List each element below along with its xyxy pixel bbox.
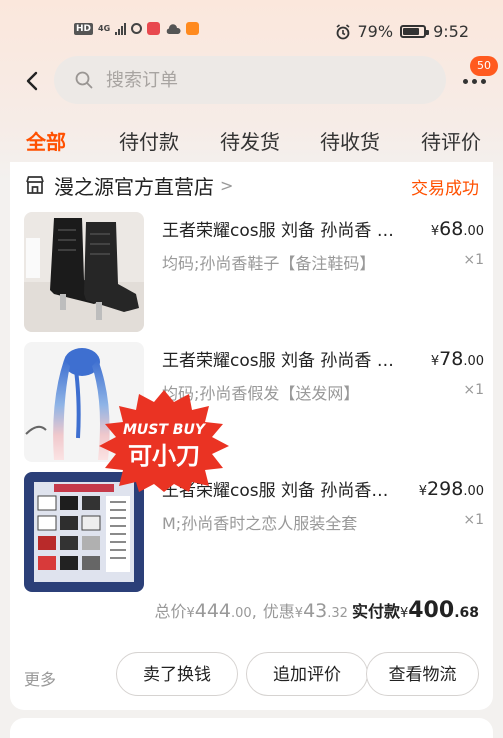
battery-percent: 79% [357,22,394,41]
view-logistics-button[interactable]: 查看物流 [366,652,479,696]
cloud-icon [166,23,181,34]
status-bar: HD 4G 79% 9:52 [0,0,503,60]
alarm-icon [336,23,349,39]
add-review-button[interactable]: 追加评价 [246,652,368,696]
paid-label: 实付款 [351,602,400,621]
signal-icon [115,22,127,35]
discount-decimal: .32 [327,606,348,621]
tab-pending-receipt[interactable]: 待收货 [320,126,380,155]
must-buy-sticker: MUST BUY 可小刀 [99,390,229,492]
item-quantity: ×1 [463,512,484,528]
discount-currency: ¥ [294,606,304,621]
price-currency: ¥ [430,224,440,239]
total-currency: ¥ [186,606,195,621]
order-status: 交易成功 [411,179,479,199]
total-label: 总价 [154,602,187,621]
tab-all[interactable]: 全部 [26,126,66,155]
price-integer: 298 [427,478,464,500]
item-title[interactable]: 王者荣耀cos服 刘备 孙尚香 情人节 时之恋人cosplay服装 [162,216,406,241]
status-left: HD 4G [74,22,200,35]
discount-integer: 43 [303,600,328,622]
sticker-line1: MUST BUY [123,422,207,438]
tab-pending-shipment[interactable]: 待发货 [220,126,280,155]
item-spec: 均码;孙尚香鞋子【备注鞋码】 [162,254,376,273]
store-icon [26,176,44,194]
paid-decimal: .68 [454,605,479,621]
clock: 9:52 [433,22,469,41]
item-price: ¥68.00 [431,218,484,240]
paid-currency: ¥ [399,606,409,621]
sync-icon [131,23,143,34]
battery-icon [400,25,430,38]
price-integer: 68 [439,218,464,240]
discount-label: 优惠 [262,602,295,621]
sticker-line2: 可小刀 [128,442,200,470]
price-decimal: .00 [463,484,484,499]
item-price: ¥298.00 [419,478,484,500]
totals-separator: , [251,602,257,621]
video-app-icon [186,22,200,35]
sell-resale-button[interactable]: 卖了换钱 [116,652,238,696]
item-spec: M;孙尚香时之恋人服装全套 [162,514,358,533]
network-type: 4G [98,23,111,33]
more-actions-link[interactable]: 更多 [24,666,56,690]
item-price: ¥78.00 [431,348,484,370]
tab-pending-review[interactable]: 待评价 [421,126,481,155]
order-tabs: 全部 待付款 待发货 待收货 待评价 [0,126,503,160]
product-image-boots[interactable] [24,212,144,332]
store-link[interactable]: 漫之源官方直营店 > [24,170,233,200]
search-input[interactable] [104,68,408,92]
price-decimal: .00 [463,354,484,369]
status-right: 79% 9:52 [335,22,469,41]
order-totals: 总价 ¥ 444 .00 , 优惠 ¥ 43 .32 实付款 ¥ 400 .68 [154,598,479,623]
app-notification-icon [147,22,161,35]
tab-pending-payment[interactable]: 待付款 [119,126,179,155]
price-integer: 78 [439,348,464,370]
price-decimal: .00 [463,224,484,239]
total-decimal: .00 [231,606,252,621]
item-quantity: ×1 [463,252,484,268]
message-count-badge: 50 [470,56,498,76]
chevron-right-icon: > [220,175,234,195]
price-currency: ¥ [418,484,428,499]
search-icon [75,71,93,89]
hd-indicator: HD [74,22,94,35]
item-quantity: ×1 [463,382,484,398]
price-currency: ¥ [430,354,440,369]
order-item[interactable]: 王者荣耀cos服 刘备 孙尚香 情人节 时之恋人cosplay服装 ¥68.00… [24,212,484,334]
paid-integer: 400 [408,598,455,623]
more-dots-icon [463,79,486,84]
battery-fill [403,28,420,35]
back-arrow-icon[interactable] [20,68,46,94]
boots-image [24,212,144,332]
order-card: 漫之源官方直营店 > 交易成功 王者荣耀cos服 刘备 孙尚香 情人节 时之恋人… [10,162,493,710]
item-title[interactable]: 王者荣耀cos服 刘备 孙尚香 情人节 时之恋人cosplay服装 [162,346,406,371]
total-integer: 444 [194,600,231,622]
next-order-card [10,718,493,738]
store-name: 漫之源官方直营店 [54,174,214,199]
search-bar[interactable] [54,56,446,104]
